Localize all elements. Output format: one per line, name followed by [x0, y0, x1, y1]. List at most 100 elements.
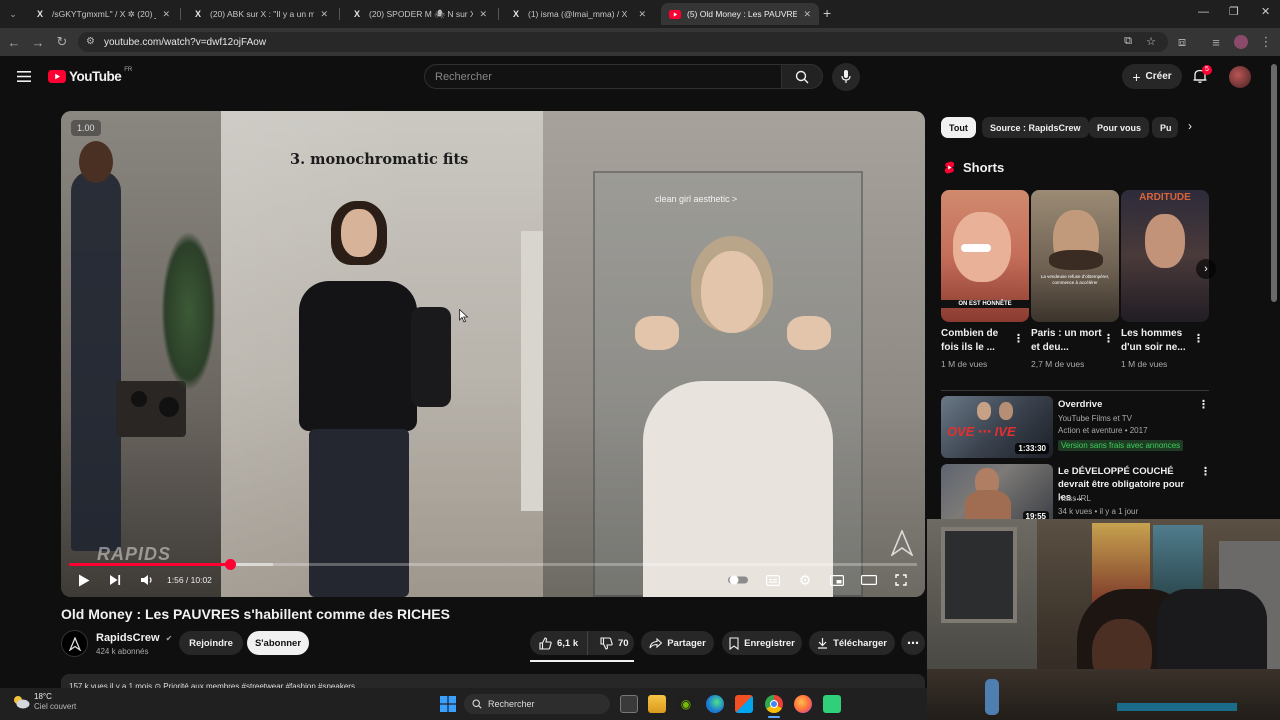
file-explorer-icon[interactable] [648, 695, 666, 713]
short-menu-3-icon[interactable]: ⋮ [1193, 332, 1204, 345]
firefox-browser-icon[interactable] [794, 695, 812, 713]
save-button[interactable]: Enregistrer [722, 631, 802, 655]
profile-avatar[interactable] [1234, 35, 1248, 49]
short-thumbnail-2[interactable]: La vendeuse refuse d'obtempérer, commenc… [1031, 190, 1119, 322]
join-button[interactable]: Rejoindre [179, 631, 243, 655]
minimize-icon[interactable]: — [1198, 6, 1209, 18]
chip-source-channel[interactable]: Source : RapidsCrew [982, 117, 1089, 138]
close-icon[interactable]: ✕ [638, 9, 646, 20]
close-icon[interactable]: ✕ [162, 9, 170, 20]
chip-for-you[interactable]: Pour vous [1089, 117, 1150, 138]
youtube-logo-icon [48, 70, 66, 83]
browser-menu-icon[interactable]: ⋮ [1258, 34, 1274, 50]
new-tab-button[interactable]: + [823, 5, 831, 21]
theater-mode-icon[interactable] [860, 571, 878, 589]
shorts-next-arrow-icon[interactable]: › [1196, 259, 1216, 279]
maximize-icon[interactable]: ❐ [1229, 5, 1239, 18]
chip-truncated[interactable]: Pu [1152, 117, 1178, 138]
like-button[interactable]: 6,1 k [530, 631, 588, 655]
reload-icon[interactable]: ↻ [54, 34, 70, 50]
task-view-icon[interactable] [620, 695, 638, 713]
download-button[interactable]: Télécharger [809, 631, 895, 655]
browser-tab-3[interactable]: X (20) SPODER M 🕷 N sur X : "C'e ✕ [343, 3, 495, 25]
share-button[interactable]: Partager [641, 631, 714, 655]
close-icon[interactable]: ✕ [803, 9, 811, 20]
weather-widget[interactable]: 18°C Ciel couvert [12, 692, 76, 712]
browser-tab-4[interactable]: X (1) isma (@lmai_mma) / X ✕ [502, 3, 654, 25]
forward-icon[interactable]: → [30, 34, 46, 50]
recommendation-title-1[interactable]: Overdrive [1058, 398, 1198, 411]
subtitles-icon[interactable] [764, 571, 782, 589]
download-label: Télécharger [833, 637, 887, 649]
weather-desc: Ciel couvert [34, 702, 77, 711]
recommendation-channel-1[interactable]: YouTube Films et TV [1058, 414, 1132, 423]
tab-title: (20) SPODER M 🕷 N sur X : "C'e [369, 8, 474, 19]
chips-next-arrow-icon[interactable]: › [1188, 119, 1192, 133]
windows-logo-icon [440, 696, 456, 712]
chip-all[interactable]: Tout [941, 117, 976, 138]
recommendation-thumbnail-2[interactable]: 19:55 [941, 464, 1053, 526]
back-icon[interactable]: ← [6, 34, 22, 50]
search-input[interactable]: Rechercher [424, 64, 782, 89]
close-icon[interactable]: ✕ [479, 9, 487, 20]
recommendation-channel-2[interactable]: Nass IRL [1058, 494, 1091, 503]
more-actions-button[interactable]: ⋯ [901, 631, 925, 655]
short-menu-2-icon[interactable]: ⋮ [1103, 332, 1114, 345]
recommendation-menu-2-icon[interactable]: ⋮ [1200, 465, 1211, 478]
address-bar[interactable]: ⚙ youtube.com/watch?v=dwf12ojFAow ⧉ ☆ [78, 32, 1168, 52]
volume-button[interactable] [138, 571, 156, 589]
extensions-icon[interactable]: ⧈ [1174, 34, 1190, 50]
next-button[interactable] [106, 571, 124, 589]
close-icon[interactable]: ✕ [320, 9, 328, 20]
search-placeholder: Rechercher [435, 70, 492, 83]
dislike-button[interactable]: 70 [593, 631, 629, 655]
tab-title: (1) isma (@lmai_mma) / X [528, 9, 628, 19]
progress-bar[interactable] [69, 559, 917, 570]
bookmark-star-icon[interactable]: ☆ [1146, 35, 1156, 48]
short-title-3[interactable]: Les hommes d'un soir ne... [1121, 327, 1197, 355]
short-title-1[interactable]: Combien de fois ils le ... [941, 327, 1017, 355]
verified-check-icon: ✔ [165, 634, 173, 643]
tab-search-icon[interactable]: ⌄ [5, 6, 21, 22]
voice-search-button[interactable] [832, 63, 860, 91]
channel-name[interactable]: RapidsCrew ✔ [96, 632, 172, 644]
account-avatar[interactable] [1229, 66, 1251, 88]
video-player[interactable]: 1.00 3. monochromatic fits clean girl ae… [61, 111, 925, 597]
chrome-browser-icon[interactable] [765, 695, 783, 713]
taskbar-search[interactable]: Rechercher [464, 694, 610, 714]
autoplay-toggle[interactable] [727, 571, 751, 589]
short-menu-1-icon[interactable]: ⋮ [1013, 332, 1024, 345]
notifications-button[interactable]: 5 [1192, 65, 1212, 86]
play-button[interactable] [75, 571, 93, 589]
fullscreen-icon[interactable] [892, 571, 910, 589]
x-logo-icon: X [194, 9, 201, 19]
create-button[interactable]: + Créer [1122, 64, 1182, 89]
microsoft-store-icon[interactable] [735, 695, 753, 713]
recommendation-menu-1-icon[interactable]: ⋮ [1198, 398, 1209, 411]
page-scrollbar[interactable] [1271, 64, 1277, 302]
cast-icon[interactable]: ⧉ [1124, 35, 1132, 48]
windows-start-button[interactable] [440, 696, 456, 712]
miniplayer-icon[interactable] [828, 571, 846, 589]
browser-tab-1[interactable]: X /sGKYTgmxmL" / X ✲ ليبر (20) ✕ [26, 3, 178, 25]
thumbs-down-icon [600, 636, 613, 650]
short-thumbnail-3[interactable]: ARDITUDE [1121, 190, 1209, 322]
browser-tab-5-active[interactable]: (5) Old Money : Les PAUVRES s ✕ [661, 3, 819, 25]
window-close-icon[interactable]: ✕ [1261, 5, 1270, 18]
recommendation-thumbnail-1[interactable]: OVE ⋯ IVE 1:33:30 [941, 396, 1053, 458]
app-icon[interactable] [823, 695, 841, 713]
edge-browser-icon[interactable] [706, 695, 724, 713]
short-thumbnail-1[interactable]: ON EST HONNÊTE [941, 190, 1029, 322]
search-button[interactable] [781, 64, 823, 89]
subscribe-button[interactable]: S'abonner [247, 631, 309, 655]
settings-gear-icon[interactable]: ⚙ [796, 571, 814, 589]
hamburger-menu-icon[interactable] [16, 68, 32, 84]
site-info-icon[interactable]: ⚙ [86, 36, 95, 47]
youtube-logo[interactable]: YouTube FR [48, 67, 132, 84]
browser-tab-2[interactable]: X (20) ABK sur X : "Il y a un mec ✕ [184, 3, 336, 25]
channel-avatar[interactable] [61, 630, 88, 657]
media-control-icon[interactable]: ≡ [1208, 34, 1224, 50]
nvidia-icon[interactable]: ◉ [677, 695, 695, 713]
channel-branding-icon[interactable] [890, 528, 914, 558]
short-title-2[interactable]: Paris : un mort et deu... [1031, 327, 1107, 355]
